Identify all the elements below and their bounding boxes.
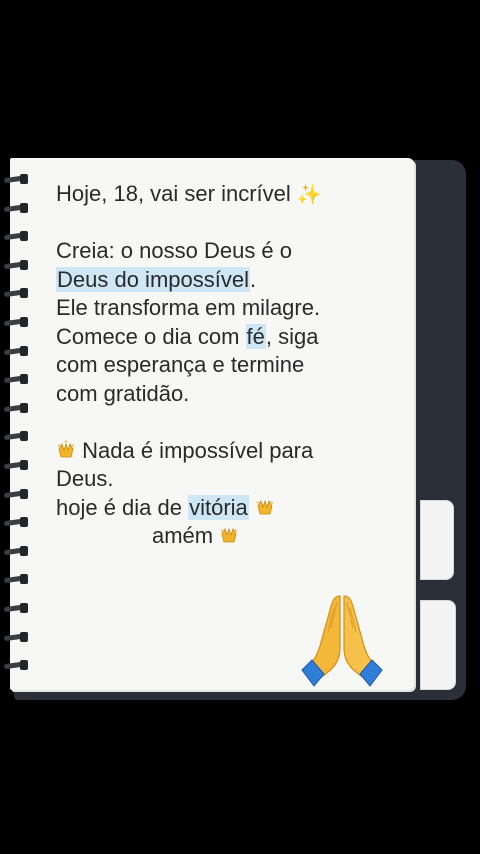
spiral-hole [20,488,28,499]
spiral-hole [20,631,28,642]
spiral-hole [20,603,28,613]
spiral-hole [20,460,28,470]
spiral-hole [20,345,28,356]
spiral-hole [20,259,28,270]
notebook-tab [420,500,454,580]
raising-hands-icon [221,527,238,543]
spiral-ring [3,517,34,528]
spiral-ring [3,231,34,242]
spiral-ring [3,603,34,614]
spiral-hole [20,431,28,442]
spiral-ring [3,631,34,643]
spiral-hole [20,374,28,385]
spiral-ring [3,374,34,385]
spiral-hole [20,231,28,242]
note-line: Nada é impossível para [56,437,406,466]
spiral-ring [3,431,34,442]
raising-hands-icon [57,440,75,457]
notebook-tab [420,600,456,690]
spiral-ring [3,660,34,671]
spiral-binding [3,174,40,684]
spiral-hole [20,517,28,528]
highlighted-text: vitória [188,494,249,520]
spiral-ring [3,488,34,500]
spiral-ring [3,174,34,185]
spiral-hole [20,402,28,413]
spiral-ring [3,202,34,214]
note-line: Creia: o nosso Deus é o [56,237,406,266]
greeting-text: Hoje, 18, vai ser incrível [56,181,291,206]
note-text: Hoje, 18, vai ser incrível ✨ Creia: o no… [56,180,406,551]
spiral-ring [3,259,34,271]
spiral-hole [20,202,28,213]
note-line: com gratidão. [56,380,406,409]
esperanca-text: com esperança e termine [56,352,305,377]
transforma-text: Ele transforma em milagre. [56,295,321,320]
nada-text: Nada é impossível para [82,437,314,463]
spiral-hole [20,660,28,671]
spiral-ring [3,288,34,299]
spiral-hole [20,288,28,299]
sparkles-icon: ✨ [296,182,322,206]
siga-text: , siga [265,323,319,349]
highlighted-text: Deus do impossível [56,266,250,292]
period-text: . [249,266,257,292]
spiral-hole [20,545,28,556]
deus-text: Deus. [56,466,114,491]
spiral-hole [20,317,28,327]
folded-hands-icon [301,595,383,687]
note-line: Ele transforma em milagre. [56,294,406,323]
creia-text: Creia: o nosso Deus é o [56,238,293,263]
amem-text: amém [152,523,214,548]
highlighted-text: fé [245,323,266,349]
note-line: Deus do impossível. [56,266,406,295]
note-line: hoje é dia de vitória [56,494,406,523]
comece-text: Comece o dia com [56,323,246,349]
raising-hands-icon [256,499,274,514]
spiral-ring [3,460,34,471]
spiral-hole [20,174,28,184]
note-line: Deus. [56,465,406,494]
spiral-ring [3,402,34,414]
note-line: com esperança e termine [56,351,406,380]
note-line: amém [56,522,406,551]
notebook-stage: Hoje, 18, vai ser incrível ✨ Creia: o no… [0,0,480,854]
note-line: Comece o dia com fé, siga [56,323,406,352]
gratidao-text: com gratidão. [56,380,190,406]
spiral-ring [3,317,34,328]
note-line: Hoje, 18, vai ser incrível ✨ [56,180,406,209]
spiral-ring [3,574,34,585]
spiral-hole [20,574,28,585]
spiral-ring [3,345,34,357]
spiral-ring [3,545,34,557]
hoje-text: hoje é dia de [56,494,189,520]
